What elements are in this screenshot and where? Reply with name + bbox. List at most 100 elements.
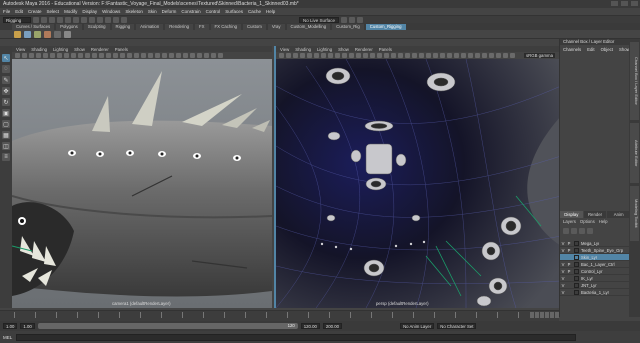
snap-grid-icon[interactable] [97,16,103,23]
viewport-toolbar-icon[interactable] [134,53,139,58]
viewport-toolbar-icon[interactable] [433,53,438,58]
viewport-menu-show[interactable]: Show [74,47,85,52]
menu-skeleton[interactable]: Skeleton [125,9,143,14]
select-object-icon[interactable] [81,16,87,23]
viewport-toolbar-icon[interactable] [307,53,312,58]
viewport-toolbar-icon[interactable] [426,53,431,58]
viewport-toolbar-icon[interactable] [419,53,424,58]
viewport-menu-shading[interactable]: Shading [31,47,47,52]
viewport-toolbar-icon[interactable] [29,53,34,58]
menu-cache[interactable]: Cache [248,9,261,14]
command-input[interactable] [16,333,577,341]
minimize-button[interactable] [611,1,618,6]
viewport-toolbar-icon[interactable] [99,53,104,58]
step-back-icon[interactable] [535,312,539,318]
shelf-tab-fx[interactable]: FX [195,23,209,30]
viewport-toolbar-icon[interactable] [510,53,515,58]
viewport-menu-shading[interactable]: Shading [295,47,311,52]
menu-skin[interactable]: Skin [148,9,157,14]
viewport-toolbar-icon[interactable] [300,53,305,58]
viewport-camera1[interactable]: View Shading Lighting Show Renderer Panels ca… [12,46,272,308]
layer-row[interactable]: V P Mega_Lyr [560,240,630,247]
time-slider[interactable] [0,310,559,321]
undo-icon[interactable] [57,16,63,23]
command-language-label[interactable]: MEL [3,335,12,340]
viewport-toolbar-icon[interactable] [50,53,55,58]
side-tab-attribute-editor[interactable]: Attribute Editor [630,123,639,183]
viewport-toolbar-icon[interactable] [197,53,202,58]
shelf-tab-polygons[interactable]: Polygons [56,23,82,30]
channel-box-tab-object[interactable]: Object [601,47,613,52]
channel-box-tab-channels[interactable]: Channels [563,47,581,52]
shelf-tab-custom-rig[interactable]: Custom_Rig [332,23,364,30]
layer-playback-toggle[interactable]: P [566,241,572,246]
viewport-menu-panels[interactable]: Panels [379,47,392,52]
viewport-toolbar-icon[interactable] [489,53,494,58]
viewport-toolbar-icon[interactable] [335,53,340,58]
viewport-toolbar-icon[interactable] [440,53,445,58]
shelf-tab-fx-caching[interactable]: FX Caching [210,23,241,30]
maximize-button[interactable] [621,1,628,6]
new-scene-icon[interactable] [33,16,39,23]
end-time-field[interactable]: 200.00 [322,323,343,329]
layer-tab-anim[interactable]: Anim [607,211,631,218]
go-to-end-icon[interactable] [555,312,559,318]
character-set-select[interactable]: No Character Set [437,323,477,329]
step-forward-icon[interactable] [550,312,554,318]
redo-icon[interactable] [65,16,71,23]
viewport-toolbar-icon[interactable] [127,53,132,58]
play-back-icon[interactable] [540,312,544,318]
shelf-tab-curves-surfaces[interactable]: Curves / Surfaces [12,23,55,30]
menu-edit[interactable]: Edit [15,9,23,14]
viewport-toolbar-icon[interactable] [328,53,333,58]
shelf-tab-sculpting[interactable]: Sculpting [83,23,110,30]
layer-color-swatch[interactable] [574,261,579,267]
new-layer-icon[interactable] [579,228,585,234]
shelf-tab-custom-rigging[interactable]: Custom_Rigging [365,23,406,30]
viewport-toolbar-icon[interactable] [363,53,368,58]
viewport-menu-show[interactable]: Show [338,47,349,52]
layer-menu-layers[interactable]: Layers [563,219,576,225]
viewport-toolbar-icon[interactable] [482,53,487,58]
scale-tool-icon[interactable]: ▣ [2,109,10,117]
select-component-icon[interactable] [89,16,95,23]
layer-color-swatch[interactable] [574,275,579,281]
outliner-layout-icon[interactable]: ≡ [2,153,10,161]
viewport-menu-renderer[interactable]: Renderer [91,47,109,52]
render-icon[interactable] [341,16,348,23]
paint-select-icon[interactable]: ✎ [2,76,10,84]
menu-surfaces[interactable]: Surfaces [225,9,243,14]
bind-skin-icon[interactable] [34,30,41,38]
menu-deform[interactable]: Deform [162,9,177,14]
viewport-toolbar-icon[interactable] [169,53,174,58]
start-time-field[interactable]: 1.00 [3,323,18,329]
viewport-toolbar-icon[interactable] [162,53,167,58]
layer-color-swatch[interactable] [574,240,579,246]
open-scene-icon[interactable] [41,16,47,23]
menu-display[interactable]: Display [82,9,97,14]
viewport-toolbar-icon[interactable] [454,53,459,58]
menu-help[interactable]: Help [266,9,275,14]
channel-box-tab-edit[interactable]: Edit [587,47,594,52]
lasso-tool-icon[interactable]: ◌ [2,65,10,73]
viewport-toolbar-icon[interactable] [321,53,326,58]
layer-visibility-toggle[interactable]: V [560,276,566,281]
viewport-toolbar-icon[interactable] [475,53,480,58]
snap-point-icon[interactable] [113,16,119,23]
viewport-toolbar-icon[interactable] [391,53,396,58]
viewport-menu-view[interactable]: View [280,47,289,52]
viewport-toolbar-icon[interactable] [57,53,62,58]
viewport-toolbar-icon[interactable] [349,53,354,58]
viewport-toolbar-icon[interactable] [447,53,452,58]
viewport-toolbar-icon[interactable] [503,53,508,58]
viewport-toolbar-icon[interactable] [370,53,375,58]
menu-select[interactable]: Select [47,9,60,14]
shelf-tab-vray[interactable]: Vray [267,23,285,30]
constraint-icon[interactable] [64,30,71,38]
layout-single-icon[interactable]: ▢ [2,120,10,128]
viewport-toolbar-icon[interactable] [92,53,97,58]
range-end-field[interactable]: 120.00 [300,323,320,329]
viewport-toolbar-icon[interactable] [356,53,361,58]
close-button[interactable] [631,1,638,6]
viewport-toolbar-icon[interactable] [218,53,223,58]
